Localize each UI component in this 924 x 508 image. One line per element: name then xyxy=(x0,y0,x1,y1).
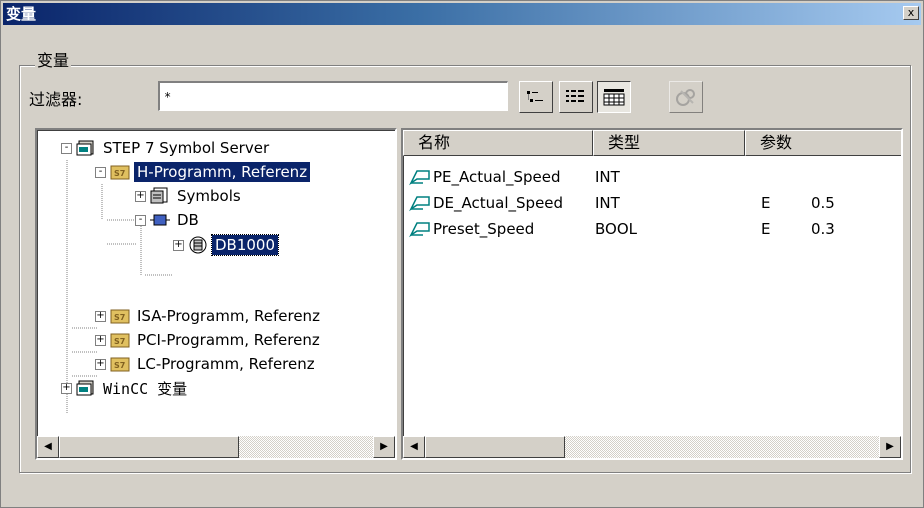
expand-icon[interactable]: + xyxy=(61,382,72,394)
expand-icon[interactable]: + xyxy=(173,239,184,251)
server-icon xyxy=(76,140,94,156)
svg-text:S7: S7 xyxy=(114,361,125,370)
tree-item-label: WinCC 变量 xyxy=(103,379,188,398)
tree-item-wincc[interactable]: + WinCC 变量 xyxy=(61,376,190,400)
collapse-icon[interactable]: - xyxy=(61,142,72,154)
column-header-params[interactable]: 参数 xyxy=(745,130,901,156)
column-header-name[interactable]: 名称 xyxy=(403,130,593,156)
server-icon xyxy=(76,380,94,396)
expand-icon[interactable]: + xyxy=(135,190,146,202)
svg-text:S7: S7 xyxy=(114,169,125,178)
cell-type: INT xyxy=(595,168,620,186)
cell-type: BOOL xyxy=(595,220,637,238)
tree-item-step7-server[interactable]: - STEP 7 Symbol Server xyxy=(61,136,272,160)
variable-icon xyxy=(409,222,430,238)
list-row[interactable]: Preset_Speed BOOL E 0.3 xyxy=(409,216,899,242)
s7-program-icon: S7 xyxy=(110,165,130,180)
variables-dialog: 变量 x 变量 过滤器: * - STEP 7 Symbol Server - … xyxy=(0,0,924,508)
variable-icon xyxy=(409,196,430,212)
tree-item-label: Symbols xyxy=(177,187,241,205)
tree-item-label: PCI-Programm, Referenz xyxy=(137,331,320,349)
scroll-right-button[interactable]: ▶ xyxy=(879,436,901,458)
filter-label: 过滤器: xyxy=(29,90,83,109)
tree-item-lc-programm[interactable]: + S7 LC-Programm, Referenz xyxy=(95,352,318,376)
tree-item-pci-programm[interactable]: + S7 PCI-Programm, Referenz xyxy=(95,328,323,352)
list-row[interactable]: DE_Actual_Speed INT E 0.5 xyxy=(409,190,899,216)
cell-name: PE_Actual_Speed xyxy=(433,168,561,186)
variable-icon xyxy=(409,170,430,186)
cell-name: DE_Actual_Speed xyxy=(433,194,564,212)
arrow-right-icon: ▶ xyxy=(886,441,894,452)
column-header-type[interactable]: 类型 xyxy=(593,130,745,156)
s7-program-icon: S7 xyxy=(110,309,130,324)
groupbox-label: 变量 xyxy=(35,51,72,71)
list-row[interactable]: PE_Actual_Speed INT xyxy=(409,164,899,190)
s7-program-icon: S7 xyxy=(110,333,130,348)
properties-icon xyxy=(676,89,695,106)
list-view-button[interactable] xyxy=(519,81,553,113)
cell-type: INT xyxy=(595,194,620,212)
expand-icon[interactable]: + xyxy=(95,310,106,322)
symbols-icon xyxy=(150,187,168,204)
variables-list[interactable]: 名称 类型 参数 PE_Actual_Speed INT DE_Actual_S… xyxy=(401,128,903,460)
db-block-icon xyxy=(189,236,207,254)
tree-item-label: DB xyxy=(177,211,199,229)
expand-icon[interactable]: + xyxy=(95,334,106,346)
list-horizontal-scrollbar[interactable]: ◀ ▶ xyxy=(403,436,901,458)
tree-horizontal-scrollbar[interactable]: ◀ ▶ xyxy=(37,436,395,458)
tree-item-label: DB1000 xyxy=(210,234,280,256)
window-title: 变量 xyxy=(6,5,37,23)
tree-item-db[interactable]: - DB xyxy=(135,208,202,232)
grid-view-icon xyxy=(603,89,625,106)
collapse-icon[interactable]: - xyxy=(135,214,146,226)
list-view-icon xyxy=(527,91,543,102)
expand-icon[interactable]: + xyxy=(95,358,106,370)
scroll-right-button[interactable]: ▶ xyxy=(373,436,395,458)
tree-item-h-programm[interactable]: - S7 H-Programm, Referenz xyxy=(95,160,311,184)
cell-param-value: 0.5 xyxy=(811,194,835,212)
filter-input[interactable] xyxy=(158,81,508,111)
tree-item-label: LC-Programm, Referenz xyxy=(137,355,315,373)
tree-item-symbols[interactable]: + Symbols xyxy=(135,184,244,208)
close-icon: x xyxy=(907,6,915,19)
details-view-button[interactable] xyxy=(559,81,593,113)
properties-button[interactable] xyxy=(669,81,703,113)
collapse-icon[interactable]: - xyxy=(95,166,106,178)
s7-program-icon: S7 xyxy=(110,357,130,372)
scroll-thumb[interactable] xyxy=(59,436,239,458)
svg-text:S7: S7 xyxy=(114,337,125,346)
cell-name: Preset_Speed xyxy=(433,220,535,238)
arrow-left-icon: ◀ xyxy=(410,441,418,452)
db-icon xyxy=(150,214,170,226)
grid-view-button[interactable] xyxy=(597,81,631,113)
arrow-left-icon: ◀ xyxy=(44,441,52,452)
scroll-left-button[interactable]: ◀ xyxy=(403,436,425,458)
scroll-thumb[interactable] xyxy=(425,436,565,458)
scroll-left-button[interactable]: ◀ xyxy=(37,436,59,458)
svg-text:S7: S7 xyxy=(114,313,125,322)
title-bar[interactable]: 变量 x xyxy=(3,3,921,25)
details-view-icon xyxy=(566,90,584,102)
cell-param: E xyxy=(761,194,771,212)
tree-item-label: STEP 7 Symbol Server xyxy=(103,139,270,157)
tree-view[interactable]: - STEP 7 Symbol Server - S7 H-Programm, … xyxy=(35,128,397,460)
tree-item-isa-programm[interactable]: + S7 ISA-Programm, Referenz xyxy=(95,304,323,328)
close-button[interactable]: x xyxy=(903,6,919,20)
tree-item-label: ISA-Programm, Referenz xyxy=(137,307,320,325)
arrow-right-icon: ▶ xyxy=(380,441,388,452)
tree-item-db1000[interactable]: + DB1000 xyxy=(173,233,280,257)
cell-param-value: 0.3 xyxy=(811,220,835,238)
tree-item-label: H-Programm, Referenz xyxy=(134,162,311,182)
cell-param: E xyxy=(761,220,771,238)
